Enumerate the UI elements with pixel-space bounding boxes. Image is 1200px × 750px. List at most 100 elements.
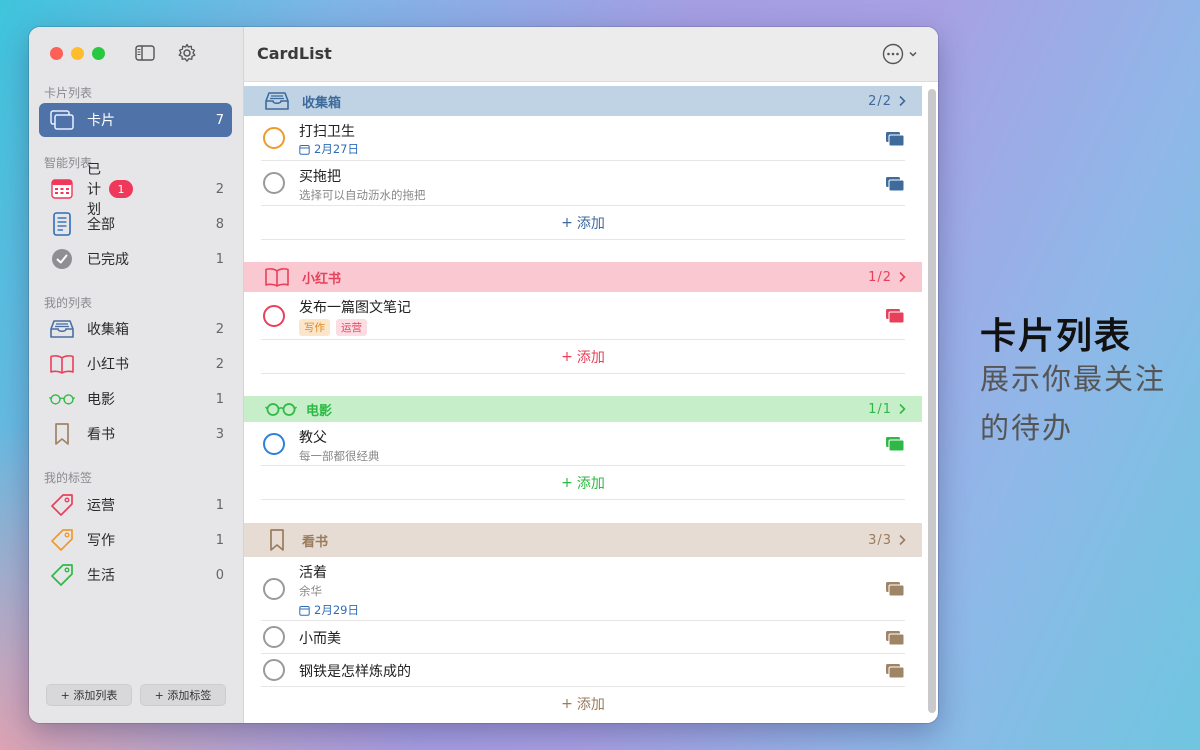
sidebar-item-all[interactable]: 全部 8 [39, 207, 232, 241]
promo-title: 卡片列表 [980, 316, 1133, 357]
sidebar-item-tag-life[interactable]: 生活 0 [39, 558, 232, 592]
list-item[interactable]: 活着 余华 2月29日 [261, 557, 905, 621]
item-title: 买拖把 [299, 169, 341, 185]
item-title: 小而美 [299, 631, 341, 647]
sidebar-item-planned[interactable]: 已计划 1 2 [39, 162, 232, 218]
cards-icon [886, 664, 905, 679]
complete-checkbox[interactable] [263, 659, 285, 681]
section-header-xiaohongshu[interactable]: 小红书 1/2 [244, 262, 922, 292]
complete-checkbox[interactable] [263, 433, 285, 455]
sidebar-item-tag-operations[interactable]: 运营 1 [39, 488, 232, 522]
plus-icon: + [561, 348, 573, 365]
item-subtitle: 选择可以自动沥水的拖把 [299, 188, 426, 202]
section-label-tags: 我的标签 [44, 471, 93, 485]
zoom-window-button[interactable] [92, 47, 105, 60]
sidebar-item-label: 看书 [87, 427, 115, 443]
minimize-window-button[interactable] [71, 47, 84, 60]
section-count: 2/2 [868, 93, 892, 109]
calendar-icon [49, 176, 75, 202]
tag-icon [49, 562, 75, 588]
sidebar-item-label: 小红书 [87, 357, 129, 373]
cards-icon [886, 132, 905, 147]
add-label: 添加 [576, 697, 605, 713]
item-tags: 写作 运营 [299, 319, 367, 336]
item-subtitle: 余华 [299, 584, 322, 598]
glasses-icon [264, 398, 298, 420]
sidebar-item-movies[interactable]: 电影 1 [39, 382, 232, 416]
sidebar-item-xiaohongshu[interactable]: 小红书 2 [39, 347, 232, 381]
add-label: 添加 [576, 475, 605, 492]
sidebar-item-label: 卡片 [87, 113, 115, 129]
add-item-button[interactable]: + 添加 [261, 340, 905, 374]
date-text: 2月29日 [314, 603, 359, 617]
window-controls [50, 47, 105, 60]
sidebar-item-label: 收集箱 [87, 322, 129, 338]
sidebar-item-count: 3 [215, 426, 224, 442]
section-label-my-lists: 我的列表 [44, 296, 93, 310]
complete-checkbox[interactable] [263, 172, 285, 194]
inbox-icon [49, 316, 75, 342]
sidebar-item-count: 8 [215, 216, 224, 232]
section-label-cards: 卡片列表 [44, 86, 93, 100]
scrollbar[interactable] [928, 89, 936, 713]
chevron-right-icon [898, 534, 906, 546]
add-label: 添加 [576, 349, 605, 366]
cards-icon [49, 107, 75, 133]
add-item-button[interactable]: + 添加 [261, 206, 905, 240]
cards-icon [886, 309, 905, 324]
add-item-button[interactable]: + 添加 [261, 466, 905, 500]
sidebar-item-count: 0 [215, 567, 224, 583]
sidebar-item-label: 电影 [87, 392, 115, 408]
plus-icon: + [561, 214, 573, 231]
sidebar-item-count: 2 [215, 181, 224, 197]
section-header-movies[interactable]: 电影 1/1 [244, 396, 922, 422]
list-item[interactable]: 钢铁是怎样炼成的 [261, 654, 905, 687]
plus-icon: + [561, 474, 573, 491]
list-item[interactable]: 买拖把 选择可以自动沥水的拖把 [261, 161, 905, 206]
complete-checkbox[interactable] [263, 305, 285, 327]
sidebar-item-inbox[interactable]: 收集箱 2 [39, 312, 232, 346]
tag-icon [49, 492, 75, 518]
notification-badge: 1 [109, 180, 133, 198]
sidebar-item-count: 1 [215, 497, 224, 513]
date-text: 2月27日 [314, 142, 359, 156]
sidebar-item-label: 已完成 [87, 252, 129, 268]
more-options-button[interactable] [882, 43, 918, 65]
complete-checkbox[interactable] [263, 626, 285, 648]
inbox-icon [264, 90, 290, 112]
list-item[interactable]: 小而美 [261, 621, 905, 654]
bookmark-icon [49, 421, 75, 447]
chevron-right-icon [898, 95, 906, 107]
complete-checkbox[interactable] [263, 127, 285, 149]
sidebar-item-completed[interactable]: 已完成 1 [39, 242, 232, 276]
complete-checkbox[interactable] [263, 578, 285, 600]
cards-icon [886, 177, 905, 192]
glasses-icon [49, 386, 75, 412]
app-title: CardList [257, 44, 332, 63]
section-count: 1/1 [868, 401, 892, 417]
list-item[interactable]: 发布一篇图文笔记 写作 运营 [261, 292, 905, 340]
section-header-reading[interactable]: 看书 3/3 [244, 523, 922, 557]
tag-icon [49, 527, 75, 553]
calendar-icon [299, 144, 310, 155]
sidebar-item-tag-writing[interactable]: 写作 1 [39, 523, 232, 557]
sidebar-toggle-icon[interactable] [134, 43, 156, 63]
add-list-button[interactable]: + 添加列表 [46, 684, 132, 706]
item-date: 2月27日 [299, 141, 359, 157]
sidebar-item-count: 1 [215, 532, 224, 548]
list-item[interactable]: 教父 每一部都很经典 [261, 422, 905, 466]
list-icon [49, 211, 75, 237]
sidebar-item-label: 运营 [87, 498, 115, 514]
promo-subtitle: 展示你最关注的待办 [980, 362, 1167, 445]
section-label-smart: 智能列表 [44, 156, 93, 170]
close-window-button[interactable] [50, 47, 63, 60]
sidebar-item-cards[interactable]: 卡片 7 [39, 103, 232, 137]
list-item[interactable]: 打扫卫生 2月27日 [261, 116, 905, 161]
sidebar-item-reading[interactable]: 看书 3 [39, 417, 232, 451]
section-header-inbox[interactable]: 收集箱 2/2 [244, 86, 922, 116]
main-content: CardList 收集箱 2/2 打扫卫生 2月27日 买拖把 选择可以自动沥水… [244, 27, 938, 723]
add-tag-button[interactable]: + 添加标签 [140, 684, 226, 706]
section-count: 1/2 [868, 269, 892, 285]
add-item-button[interactable]: + 添加 [261, 687, 905, 721]
gear-icon[interactable] [176, 43, 198, 63]
